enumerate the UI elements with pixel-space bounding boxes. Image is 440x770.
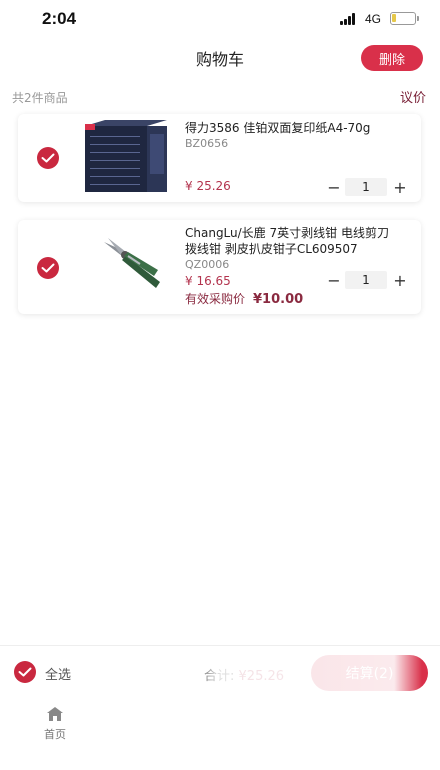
status-time: 2:04 — [42, 9, 77, 28]
item-title[interactable]: 得力3586 佳铂双面复印纸A4-70g — [185, 120, 415, 137]
quantity-stepper: − 1 + — [326, 177, 408, 197]
item-title[interactable]: ChangLu/长鹿 7英寸剥线钳 电线剪刀 — [185, 225, 417, 242]
tab-home-label: 首页 — [44, 728, 66, 741]
decrease-button[interactable]: − — [326, 177, 342, 197]
item-price: ¥ 16.65 — [185, 274, 231, 288]
effective-price-row: 有效采购价 ¥10.00 — [185, 290, 303, 307]
increase-button[interactable]: + — [392, 270, 408, 290]
select-all-label[interactable]: 全选 — [45, 664, 71, 683]
check-icon — [18, 667, 32, 677]
item-price: ¥ 25.26 — [185, 179, 231, 193]
cart-item-card: ChangLu/长鹿 7英寸剥线钳 电线剪刀 拨线钳 剥皮扒皮钳子CL60950… — [18, 220, 421, 314]
quantity-input[interactable]: 1 — [345, 271, 387, 289]
checkout-bar: 全选 合计: ¥25.26 结算(2) — [0, 645, 440, 699]
product-image-paper[interactable] — [82, 120, 172, 196]
check-icon — [41, 153, 55, 163]
item-title-line2[interactable]: 拨线钳 剥皮扒皮钳子CL609507 — [185, 241, 417, 258]
cart-item-card: 得力3586 佳铂双面复印纸A4-70g BZ0656 ¥ 25.26 − 1 … — [18, 114, 421, 202]
select-all-checkbox[interactable] — [14, 661, 36, 683]
negotiate-link[interactable]: 议价 — [400, 87, 426, 106]
decrease-button[interactable]: − — [326, 270, 342, 290]
check-icon — [41, 263, 55, 273]
status-bar: 2:04 4G — [0, 0, 440, 38]
item-count: 共2件商品 — [12, 91, 68, 105]
signal-icon — [340, 13, 358, 25]
item-checkbox[interactable] — [37, 147, 59, 169]
tab-bar: 首页 — [0, 700, 440, 770]
item-sku: QZ0006 — [185, 258, 230, 271]
tab-home[interactable]: 首页 — [30, 704, 80, 748]
home-icon — [47, 707, 63, 721]
product-image-pliers[interactable] — [100, 236, 164, 294]
quantity-input[interactable]: 1 — [345, 178, 387, 196]
effective-price-label: 有效采购价 — [185, 292, 246, 306]
effective-price-value: ¥10.00 — [253, 292, 304, 307]
quantity-stepper: − 1 + — [326, 270, 408, 290]
increase-button[interactable]: + — [392, 177, 408, 197]
network-type: 4G — [365, 12, 382, 26]
total-label: 合计: — [204, 669, 235, 684]
total-amount: ¥25.26 — [238, 669, 285, 684]
item-sku: BZ0656 — [185, 137, 229, 150]
battery-icon — [390, 12, 419, 25]
item-checkbox[interactable] — [37, 257, 59, 279]
total-price: 合计: ¥25.26 — [204, 665, 284, 684]
checkout-button[interactable]: 结算(2) — [311, 655, 428, 691]
delete-button[interactable]: 删除 — [361, 45, 423, 71]
